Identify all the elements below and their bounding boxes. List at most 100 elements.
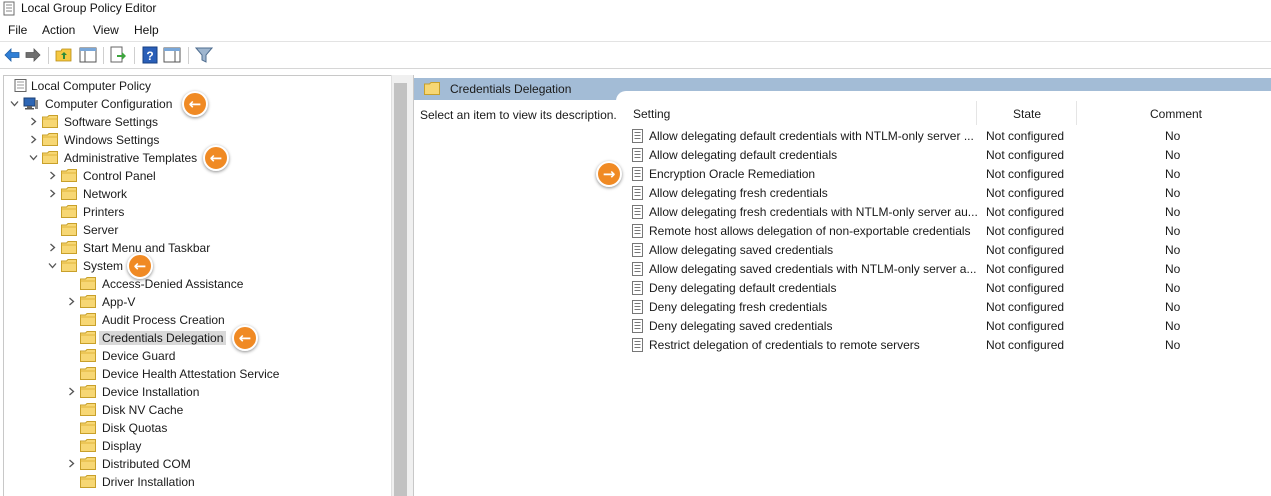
menu-file[interactable]: File	[8, 23, 27, 37]
tree-item-label: Network	[83, 187, 128, 201]
chevron-right-icon[interactable]	[67, 459, 76, 468]
menu-bar: File Action View Help	[0, 20, 1271, 40]
policy-setting-icon	[632, 338, 643, 352]
tree-item-label: Device Installation	[102, 385, 200, 399]
chevron-down-icon[interactable]	[48, 261, 57, 270]
setting-state: Not configured	[986, 148, 1065, 162]
setting-name: Allow delegating default credentials	[649, 148, 838, 162]
tree-item-network[interactable]: Network	[4, 185, 392, 203]
policy-setting-icon	[632, 167, 643, 181]
column-separator[interactable]	[976, 101, 977, 125]
help-icon[interactable]: ?	[141, 46, 159, 64]
tree-item-windows-settings[interactable]: Windows Settings	[4, 131, 392, 149]
folder-icon	[42, 133, 58, 146]
tree-item-disk-nv-cache[interactable]: Disk NV Cache	[4, 401, 392, 419]
setting-row[interactable]: Allow delegating saved credentials with …	[627, 259, 1271, 278]
tree-item-credentials-delegation[interactable]: Credentials Delegation	[4, 329, 392, 347]
up-folder-icon[interactable]	[55, 46, 73, 64]
folder-icon	[80, 367, 96, 380]
setting-row[interactable]: Allow delegating default credentials Not …	[627, 145, 1271, 164]
tree-item-printers[interactable]: Printers	[4, 203, 392, 221]
menu-view[interactable]: View	[93, 23, 119, 37]
tree-pane[interactable]: Local Computer Policy Computer Configurat…	[3, 75, 408, 496]
toolbar: ?	[0, 41, 1271, 69]
toolbar-separator	[134, 47, 135, 64]
tree-item-app-v[interactable]: App-V	[4, 293, 392, 311]
chevron-right-icon[interactable]	[48, 171, 57, 180]
scrollbar-thumb[interactable]	[394, 83, 407, 496]
tree-item-display[interactable]: Display	[4, 437, 392, 455]
setting-row[interactable]: Allow delegating fresh credentials with …	[627, 202, 1271, 221]
computer-configuration-callout-arrow-left-icon: ←	[182, 91, 208, 117]
tree-item-label: Distributed COM	[102, 457, 191, 471]
tree-item-distributed-com[interactable]: Distributed COM	[4, 455, 392, 473]
policy-setting-icon	[632, 300, 643, 314]
policy-document-icon	[14, 79, 27, 92]
tree-item-device-guard[interactable]: Device Guard	[4, 347, 392, 365]
setting-row[interactable]: Remote host allows delegation of non-exp…	[627, 221, 1271, 240]
chevron-down-icon[interactable]	[29, 153, 38, 162]
setting-name: Restrict delegation of credentials to re…	[649, 338, 920, 352]
chevron-down-icon[interactable]	[10, 99, 19, 108]
setting-comment: No	[1165, 281, 1181, 295]
tree-item-system[interactable]: System	[4, 257, 392, 275]
setting-row[interactable]: Allow delegating default credentials wit…	[627, 126, 1271, 145]
policy-setting-icon	[632, 186, 643, 200]
setting-row[interactable]: Allow delegating fresh credentials Not co…	[627, 183, 1271, 202]
menu-action[interactable]: Action	[42, 23, 75, 37]
forward-arrow-icon[interactable]	[24, 46, 42, 64]
export-list-icon[interactable]	[109, 46, 127, 64]
setting-name: Deny delegating saved credentials	[649, 319, 833, 333]
setting-state: Not configured	[986, 338, 1065, 352]
setting-comment: No	[1165, 338, 1181, 352]
chevron-right-icon[interactable]	[29, 117, 38, 126]
folder-icon	[61, 223, 77, 236]
setting-row[interactable]: Deny delegating fresh credentials Not con…	[627, 297, 1271, 316]
tree-item-label: System	[83, 259, 124, 273]
chevron-right-icon[interactable]	[29, 135, 38, 144]
setting-row[interactable]: Deny delegating saved credentials Not con…	[627, 316, 1271, 335]
chevron-right-icon[interactable]	[48, 189, 57, 198]
credentials-delegation-callout-arrow-left-icon: ←	[232, 325, 258, 351]
show-hide-tree-icon[interactable]	[79, 46, 97, 64]
policy-setting-icon	[632, 281, 643, 295]
tree-item-device-health[interactable]: Device Health Attestation Service	[4, 365, 392, 383]
tree-item-start-menu[interactable]: Start Menu and Taskbar	[4, 239, 392, 257]
title-bar: Local Group Policy Editor	[0, 0, 1271, 18]
tree-item-server[interactable]: Server	[4, 221, 392, 239]
setting-state: Not configured	[986, 262, 1065, 276]
menu-help[interactable]: Help	[134, 23, 159, 37]
tree-item-control-panel[interactable]: Control Panel	[4, 167, 392, 185]
folder-icon	[61, 187, 77, 200]
tree-item-access-denied[interactable]: Access-Denied Assistance	[4, 275, 392, 293]
filter-icon[interactable]	[195, 46, 213, 64]
setting-state: Not configured	[986, 281, 1065, 295]
setting-name: Encryption Oracle Remediation	[649, 167, 816, 181]
tree-vertical-scrollbar[interactable]	[391, 75, 408, 496]
folder-icon	[80, 331, 96, 344]
setting-comment: No	[1165, 186, 1181, 200]
properties-pane-icon[interactable]	[163, 46, 181, 64]
tree-item-driver-installation[interactable]: Driver Installation	[4, 473, 392, 491]
setting-row[interactable]: Restrict delegation of credentials to re…	[627, 335, 1271, 354]
setting-name: Allow delegating default credentials wit…	[649, 129, 974, 143]
tree-item-label: Access-Denied Assistance	[102, 277, 244, 291]
tree-item-disk-quotas[interactable]: Disk Quotas	[4, 419, 392, 437]
policy-setting-icon	[632, 224, 643, 238]
setting-row[interactable]: Allow delegating saved credentials Not co…	[627, 240, 1271, 259]
tree-item-administrative-templates[interactable]: Administrative Templates	[4, 149, 392, 167]
back-arrow-icon[interactable]	[3, 46, 21, 64]
setting-row[interactable]: Encryption Oracle Remediation Not configu…	[627, 164, 1271, 183]
column-separator[interactable]	[1076, 101, 1077, 125]
tree-item-label: Device Health Attestation Service	[102, 367, 280, 381]
chevron-right-icon[interactable]	[67, 387, 76, 396]
setting-row[interactable]: Deny delegating default credentials Not c…	[627, 278, 1271, 297]
tree-item-label: App-V	[102, 295, 136, 309]
chevron-right-icon[interactable]	[67, 297, 76, 306]
tree-item-audit-process[interactable]: Audit Process Creation	[4, 311, 392, 329]
tree-item-label: Printers	[83, 205, 125, 219]
description-text: Select an item to view its description.	[420, 108, 617, 122]
chevron-right-icon[interactable]	[48, 243, 57, 252]
tree-item-device-installation[interactable]: Device Installation	[4, 383, 392, 401]
setting-state: Not configured	[986, 224, 1065, 238]
